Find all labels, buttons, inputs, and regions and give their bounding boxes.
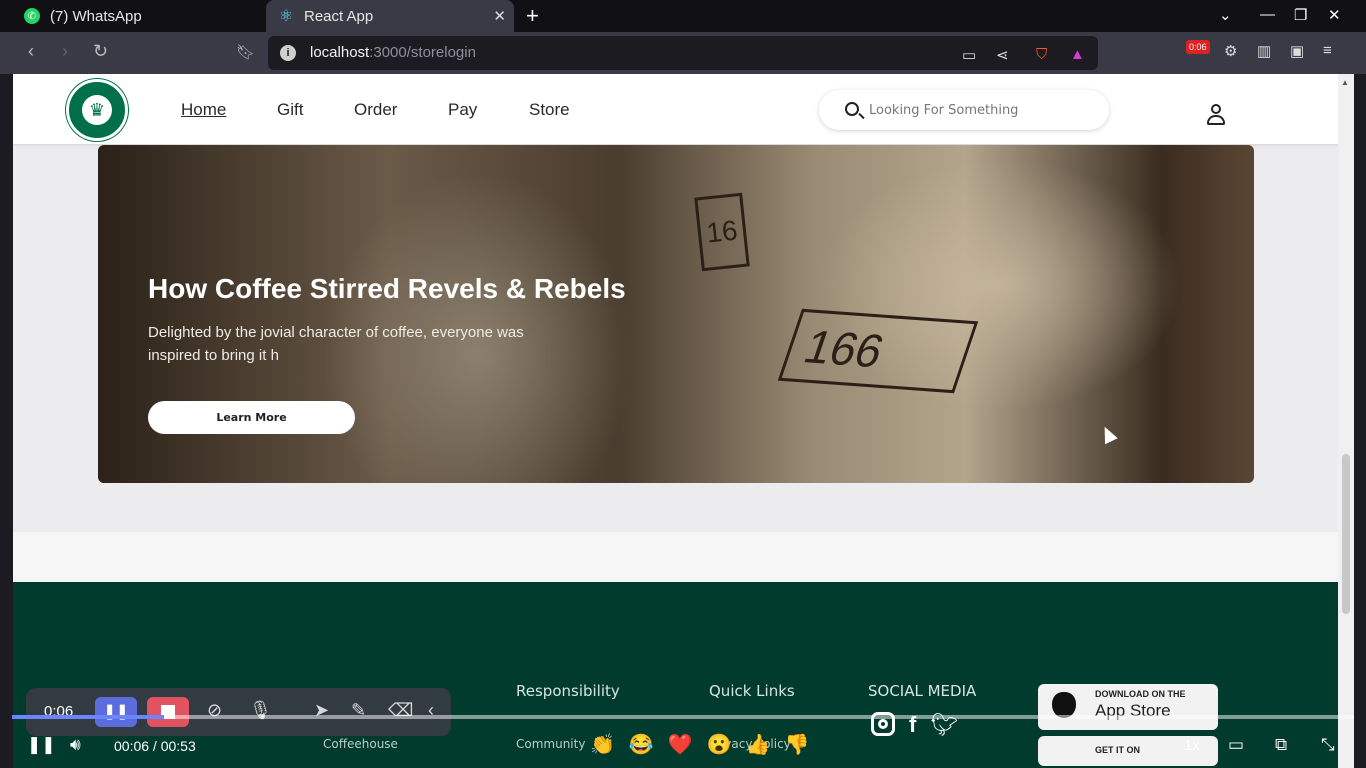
site-header: ♛ Home Gift Order Pay Store	[13, 74, 1338, 144]
picture-in-picture-icon[interactable]: ⧉	[1275, 735, 1287, 755]
footer-heading-responsibility: Responsibility	[516, 682, 620, 700]
new-tab-icon[interactable]: +	[526, 3, 539, 29]
forward-icon[interactable]: ›	[62, 41, 68, 62]
video-progress-fill	[12, 715, 164, 719]
theater-mode-icon[interactable]: ▭	[1228, 735, 1244, 755]
browser-toolbar: ‹ › ↻ 🔖︎ i localhost:3000/storelogin ▭ ⋖…	[0, 32, 1366, 74]
tab-title: (7) WhatsApp	[50, 7, 142, 25]
search-input[interactable]	[869, 100, 1089, 120]
badge-small-text: DOWNLOAD ON THE	[1095, 689, 1186, 699]
reaction-wow[interactable]: 😮	[707, 732, 732, 757]
tab-list-icon[interactable]: ⌄	[1219, 6, 1232, 24]
page-scrollbar[interactable]: ▲	[1338, 74, 1354, 768]
minimize-icon[interactable]: —	[1260, 6, 1275, 23]
recorder-pause-button[interactable]: ❚❚	[95, 697, 137, 727]
screen: ✆ (7) WhatsApp ⚛ React App ✕ + ⌄ — ❐ ✕ ‹…	[0, 0, 1366, 768]
cast-icon[interactable]: ▭	[962, 46, 976, 64]
exit-fullscreen-icon[interactable]: ⤡	[1321, 735, 1335, 755]
wallet-icon[interactable]: ▣	[1290, 42, 1304, 60]
video-progress-bar[interactable]	[12, 715, 1354, 719]
learn-more-button[interactable]: Learn More	[148, 401, 355, 434]
recorder-stop-button[interactable]	[147, 697, 189, 727]
video-time: 00:06 / 00:53	[114, 738, 196, 754]
extensions-icon[interactable]: ⚙	[1224, 42, 1237, 60]
recording-badge[interactable]: 0:06	[1186, 40, 1210, 54]
bookmark-icon[interactable]: 🔖︎	[236, 43, 255, 61]
address-bar[interactable]: i localhost:3000/storelogin ▭ ⋖ ⛉ ▲	[268, 36, 1098, 70]
tab-title: React App	[304, 7, 374, 25]
tab-react-app[interactable]: ⚛ React App ✕	[266, 0, 514, 32]
whatsapp-icon: ✆	[24, 8, 40, 24]
volume-icon[interactable]: 🔊︎	[70, 735, 81, 755]
browser-tabstrip: ✆ (7) WhatsApp ⚛ React App ✕ + ⌄ — ❐ ✕	[0, 0, 1366, 32]
search-icon[interactable]	[845, 102, 859, 116]
url-text: localhost:3000/storelogin	[310, 44, 476, 61]
nav-home[interactable]: Home	[181, 100, 226, 120]
react-icon: ⚛	[278, 8, 294, 25]
coffee-bag-label: 166	[777, 308, 979, 394]
reload-icon[interactable]: ↻	[93, 41, 108, 62]
scroll-thumb[interactable]	[1342, 454, 1350, 614]
footer-heading-quick-links: Quick Links	[709, 682, 795, 700]
brave-shield-icon[interactable]: ⛉	[1036, 46, 1047, 63]
nav-pay[interactable]: Pay	[448, 100, 477, 120]
search-box	[819, 90, 1109, 130]
section-divider	[13, 532, 1338, 582]
nav-gift[interactable]: Gift	[277, 100, 303, 120]
coffee-bag-label: 16	[694, 192, 750, 272]
close-icon[interactable]: ✕	[493, 7, 506, 25]
site-info-icon[interactable]: i	[280, 45, 296, 61]
hero-banner: 16 166 How Coffee Stirred Revels & Rebel…	[98, 145, 1254, 483]
window-close-icon[interactable]: ✕	[1328, 6, 1341, 24]
user-account-icon[interactable]	[1206, 104, 1226, 126]
back-icon[interactable]: ‹	[28, 41, 34, 62]
recorder-toolbar: 0:06 ❚❚ ⊘ 🎙︎ ➤ ✎ ⌫ ‹	[26, 688, 451, 736]
nav-order[interactable]: Order	[354, 100, 397, 120]
hero-description: Delighted by the jovial character of cof…	[148, 324, 524, 364]
restore-icon[interactable]: ❐	[1294, 6, 1307, 24]
reaction-heart[interactable]: ❤️	[668, 732, 693, 757]
reaction-clap[interactable]: 👏	[590, 732, 615, 757]
rewards-icon[interactable]: ▲	[1070, 46, 1085, 63]
video-controls: ❚❚ 🔊︎ 00:06 / 00:53 👏 😂 ❤️ 😮 👍 👎 1x ▭ ⧉ …	[0, 730, 1366, 768]
reaction-thumbs-up[interactable]: 👍	[746, 732, 771, 757]
siren-icon: ♛	[82, 95, 112, 125]
footer-heading-social-media: SOCIAL MEDIA	[868, 682, 977, 700]
share-icon[interactable]: ⋖	[996, 46, 1009, 64]
nav-store[interactable]: Store	[529, 100, 570, 120]
tab-whatsapp[interactable]: ✆ (7) WhatsApp	[12, 0, 262, 32]
reaction-thumbs-down[interactable]: 👎	[785, 732, 810, 757]
starbucks-logo[interactable]: ♛	[66, 79, 128, 141]
reaction-laugh[interactable]: 😂	[629, 732, 654, 757]
sidebar-icon[interactable]: ▥	[1257, 42, 1271, 60]
playback-speed[interactable]: 1x	[1184, 737, 1200, 754]
app-store-badge[interactable]: DOWNLOAD ON THE App Store	[1038, 684, 1218, 730]
reaction-bar: 👏 😂 ❤️ 😮 👍 👎	[590, 732, 809, 757]
pause-icon[interactable]: ❚❚	[27, 735, 56, 755]
scroll-up-icon[interactable]: ▲	[1341, 78, 1349, 87]
page-viewport: ♛ Home Gift Order Pay Store 16 166 How C…	[13, 74, 1338, 768]
menu-icon[interactable]: ≡	[1323, 42, 1332, 59]
hero-title: How Coffee Stirred Revels & Rebels	[148, 273, 626, 304]
